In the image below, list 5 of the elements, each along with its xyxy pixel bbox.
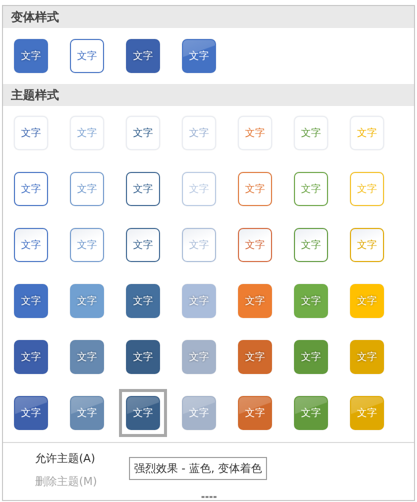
style-option[interactable]: 文字 [119,389,167,437]
section-header: 主题样式 [3,84,414,106]
section-header: 变体样式 [3,6,414,28]
menu-item[interactable]: 允许主题(A) [35,451,96,466]
tooltip: 强烈效果 - 蓝色, 变体着色 [129,457,267,480]
